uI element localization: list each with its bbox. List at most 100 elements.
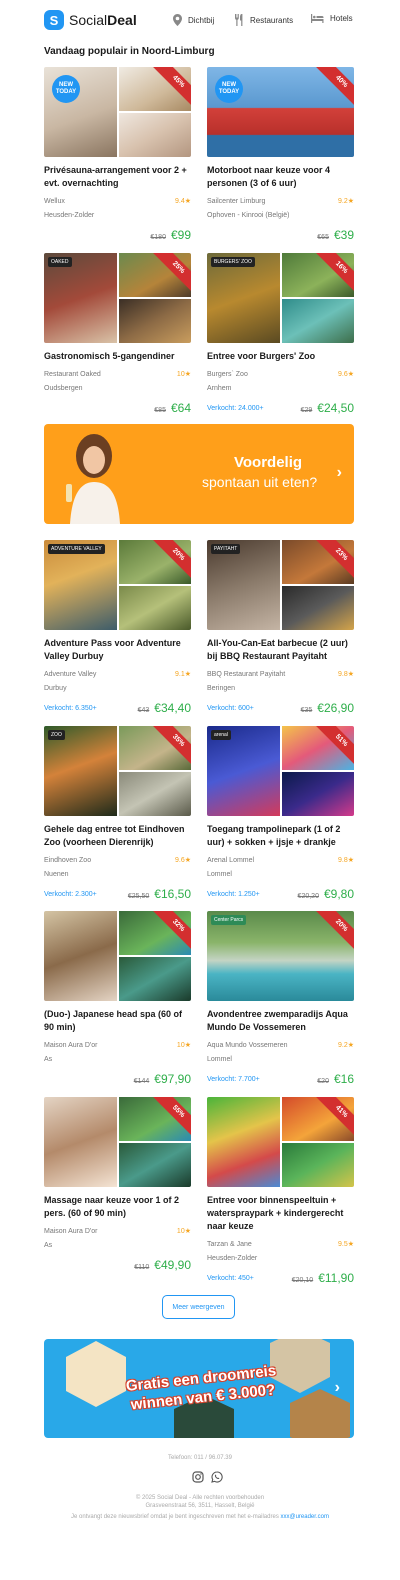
- sold-count: Verkocht: 450+: [207, 1275, 254, 1282]
- old-price: €20: [317, 1078, 329, 1085]
- deal-card[interactable]: 41% Entree voor binnenspeeltuin + waters…: [207, 1097, 354, 1287]
- rating: 9.6★: [337, 371, 354, 378]
- deal-title[interactable]: Toegang trampolinepark (1 of 2 uur) + so…: [207, 823, 354, 849]
- new-price: €26,90: [317, 701, 354, 715]
- star-icon: ★: [347, 1042, 354, 1049]
- rating: 10★: [176, 1228, 191, 1235]
- arrow-right-icon[interactable]: ›: [337, 464, 342, 482]
- section-title: Vandaag populair in Noord-Limburg: [44, 46, 215, 57]
- deal-card[interactable]: 55% Massage naar keuze voor 1 of 2 pers.…: [44, 1097, 191, 1274]
- deal-title[interactable]: Privésauna-arrangement voor 2 + evt. ove…: [44, 164, 191, 190]
- brand-tag: OAKED: [48, 257, 72, 267]
- deal-card[interactable]: BURGERS' ZOO 16% Entree voor Burgers' Zo…: [207, 253, 354, 417]
- nav-label: Restaurants: [250, 15, 294, 25]
- deal-location: Heusden-Zolder: [207, 1255, 258, 1262]
- rating: 9.8★: [337, 671, 354, 678]
- new-price: €97,90: [154, 1072, 191, 1086]
- old-price: €29: [300, 407, 313, 414]
- deal-image[interactable]: arenal 51%: [207, 726, 354, 816]
- star-icon: ★: [184, 1228, 191, 1235]
- deal-image[interactable]: BURGERS' ZOO 16%: [207, 253, 354, 343]
- deal-title[interactable]: All-You-Can-Eat barbecue (2 uur) bij BBQ…: [207, 637, 354, 663]
- old-price: €180: [150, 234, 166, 241]
- deal-card[interactable]: OAKED 25% Gastronomisch 5-gangendiner Re…: [44, 253, 191, 417]
- old-price: €25,50: [127, 893, 150, 900]
- new-price: €24,50: [317, 401, 354, 415]
- deal-image[interactable]: NEW TODAY 40%: [207, 67, 354, 157]
- whatsapp-icon[interactable]: [211, 1471, 223, 1483]
- rating: 9.2★: [337, 198, 354, 205]
- new-price: €11,90: [318, 1271, 354, 1285]
- deal-image[interactable]: 55%: [44, 1097, 191, 1187]
- deal-title[interactable]: Entree voor Burgers' Zoo: [207, 350, 354, 363]
- deal-title[interactable]: Gastronomisch 5-gangendiner: [44, 350, 191, 363]
- deal-card[interactable]: NEW TODAY 45% Privésauna-arrangement voor…: [44, 67, 191, 244]
- old-price: €144: [133, 1078, 150, 1085]
- deal-merchant: Arenal Lommel: [207, 857, 255, 864]
- star-icon: ★: [184, 857, 191, 864]
- old-price: €20,10: [291, 1277, 314, 1284]
- deal-card[interactable]: ADVENTURE VALLEY 20% Adventure Pass voor…: [44, 540, 191, 717]
- old-price: €110: [134, 1264, 150, 1271]
- instagram-icon[interactable]: [192, 1471, 204, 1483]
- deal-merchant: Burgers` Zoo: [207, 371, 248, 378]
- new-today-badge: NEW TODAY: [52, 75, 80, 103]
- deal-title[interactable]: Entree voor binnenspeeltuin + waterspray…: [207, 1194, 354, 1233]
- deal-image[interactable]: 41%: [207, 1097, 354, 1187]
- deal-location: Heusden-Zolder: [44, 212, 95, 219]
- sold-count: Verkocht: 6.350+: [44, 705, 97, 712]
- brand-tag: arenal: [211, 730, 231, 740]
- new-today-badge: NEW TODAY: [215, 75, 243, 103]
- old-price: €85: [154, 407, 166, 414]
- new-price: €39: [333, 228, 354, 242]
- sold-count: Verkocht: 24.000+: [207, 405, 264, 412]
- deal-card[interactable]: PAYITAHT 23% All-You-Can-Eat barbecue (2…: [207, 540, 354, 717]
- social-deal-logo[interactable]: S SocialDeal: [44, 10, 137, 30]
- deal-image[interactable]: 32%: [44, 911, 191, 1001]
- deal-location: As: [44, 1056, 53, 1063]
- arrow-right-icon[interactable]: ›: [335, 1379, 340, 1397]
- deal-image[interactable]: NEW TODAY 45%: [44, 67, 191, 157]
- rating: 9.5★: [337, 1241, 354, 1248]
- nav-hotels[interactable]: Hotels: [311, 14, 353, 23]
- deal-title[interactable]: Gehele dag entree tot Eindhoven Zoo (voo…: [44, 823, 191, 849]
- deal-title[interactable]: Motorboot naar keuze voor 4 personen (3 …: [207, 164, 354, 190]
- deal-card[interactable]: ZOO 35% Gehele dag entree tot Eindhoven …: [44, 726, 191, 903]
- nav-restaurants[interactable]: Restaurants: [234, 14, 293, 26]
- brand-tag: Center Parcs: [211, 915, 247, 925]
- deal-merchant: Aqua Mundo Vossemeren: [207, 1042, 288, 1049]
- deal-image[interactable]: ADVENTURE VALLEY 20%: [44, 540, 191, 630]
- old-price: €20,20: [297, 893, 319, 900]
- deal-card[interactable]: Center Parcs 20% Avondentree zwemparadij…: [207, 911, 354, 1088]
- deal-title[interactable]: Adventure Pass voor Adventure Valley Dur…: [44, 637, 191, 663]
- deal-location: As: [44, 1242, 53, 1249]
- deal-card[interactable]: NEW TODAY 40% Motorboot naar keuze voor 4…: [207, 67, 354, 244]
- deal-image[interactable]: ZOO 35%: [44, 726, 191, 816]
- deal-merchant: Eindhoven Zoo: [44, 857, 92, 864]
- deal-title[interactable]: Avondentree zwemparadijs Aqua Mundo De V…: [207, 1008, 354, 1034]
- deal-image[interactable]: PAYITAHT 23%: [207, 540, 354, 630]
- star-icon: ★: [184, 1042, 191, 1049]
- deal-location: Ophoven - Kinrooi (België): [207, 212, 290, 219]
- banner-subline: spontaan uit eten?: [202, 474, 318, 490]
- deal-title[interactable]: (Duo-) Japanese head spa (60 of 90 min): [44, 1008, 191, 1034]
- promo-banner-eating-out[interactable]: Voordelig spontaan uit eten? ›: [44, 424, 354, 524]
- new-price: €49,90: [154, 1258, 191, 1272]
- nav-dichtbij[interactable]: Dichtbij: [173, 14, 214, 26]
- deal-card[interactable]: 32% (Duo-) Japanese head spa (60 of 90 m…: [44, 911, 191, 1088]
- deal-image[interactable]: OAKED 25%: [44, 253, 191, 343]
- more-deals-button[interactable]: Meer weergeven: [162, 1295, 235, 1319]
- deal-merchant: Wellux: [44, 198, 65, 205]
- brand-tag: PAYITAHT: [211, 544, 241, 554]
- deal-image[interactable]: Center Parcs 20%: [207, 911, 354, 1001]
- star-icon: ★: [184, 371, 191, 378]
- deal-merchant: Restaurant Oaked: [44, 371, 101, 378]
- deal-title[interactable]: Massage naar keuze voor 1 of 2 pers. (60…: [44, 1194, 191, 1220]
- brand-tag: ADVENTURE VALLEY: [48, 544, 105, 554]
- deal-card[interactable]: arenal 51% Toegang trampolinepark (1 of …: [207, 726, 354, 903]
- deal-location: Arnhem: [207, 385, 232, 392]
- promo-banner-dream-trip[interactable]: Gratis een droomreis winnen van € 3.000? …: [44, 1339, 354, 1438]
- footer-email-link[interactable]: xxx@ureader.com: [281, 1514, 329, 1520]
- cutlery-icon: [235, 14, 243, 26]
- star-icon: ★: [184, 198, 191, 205]
